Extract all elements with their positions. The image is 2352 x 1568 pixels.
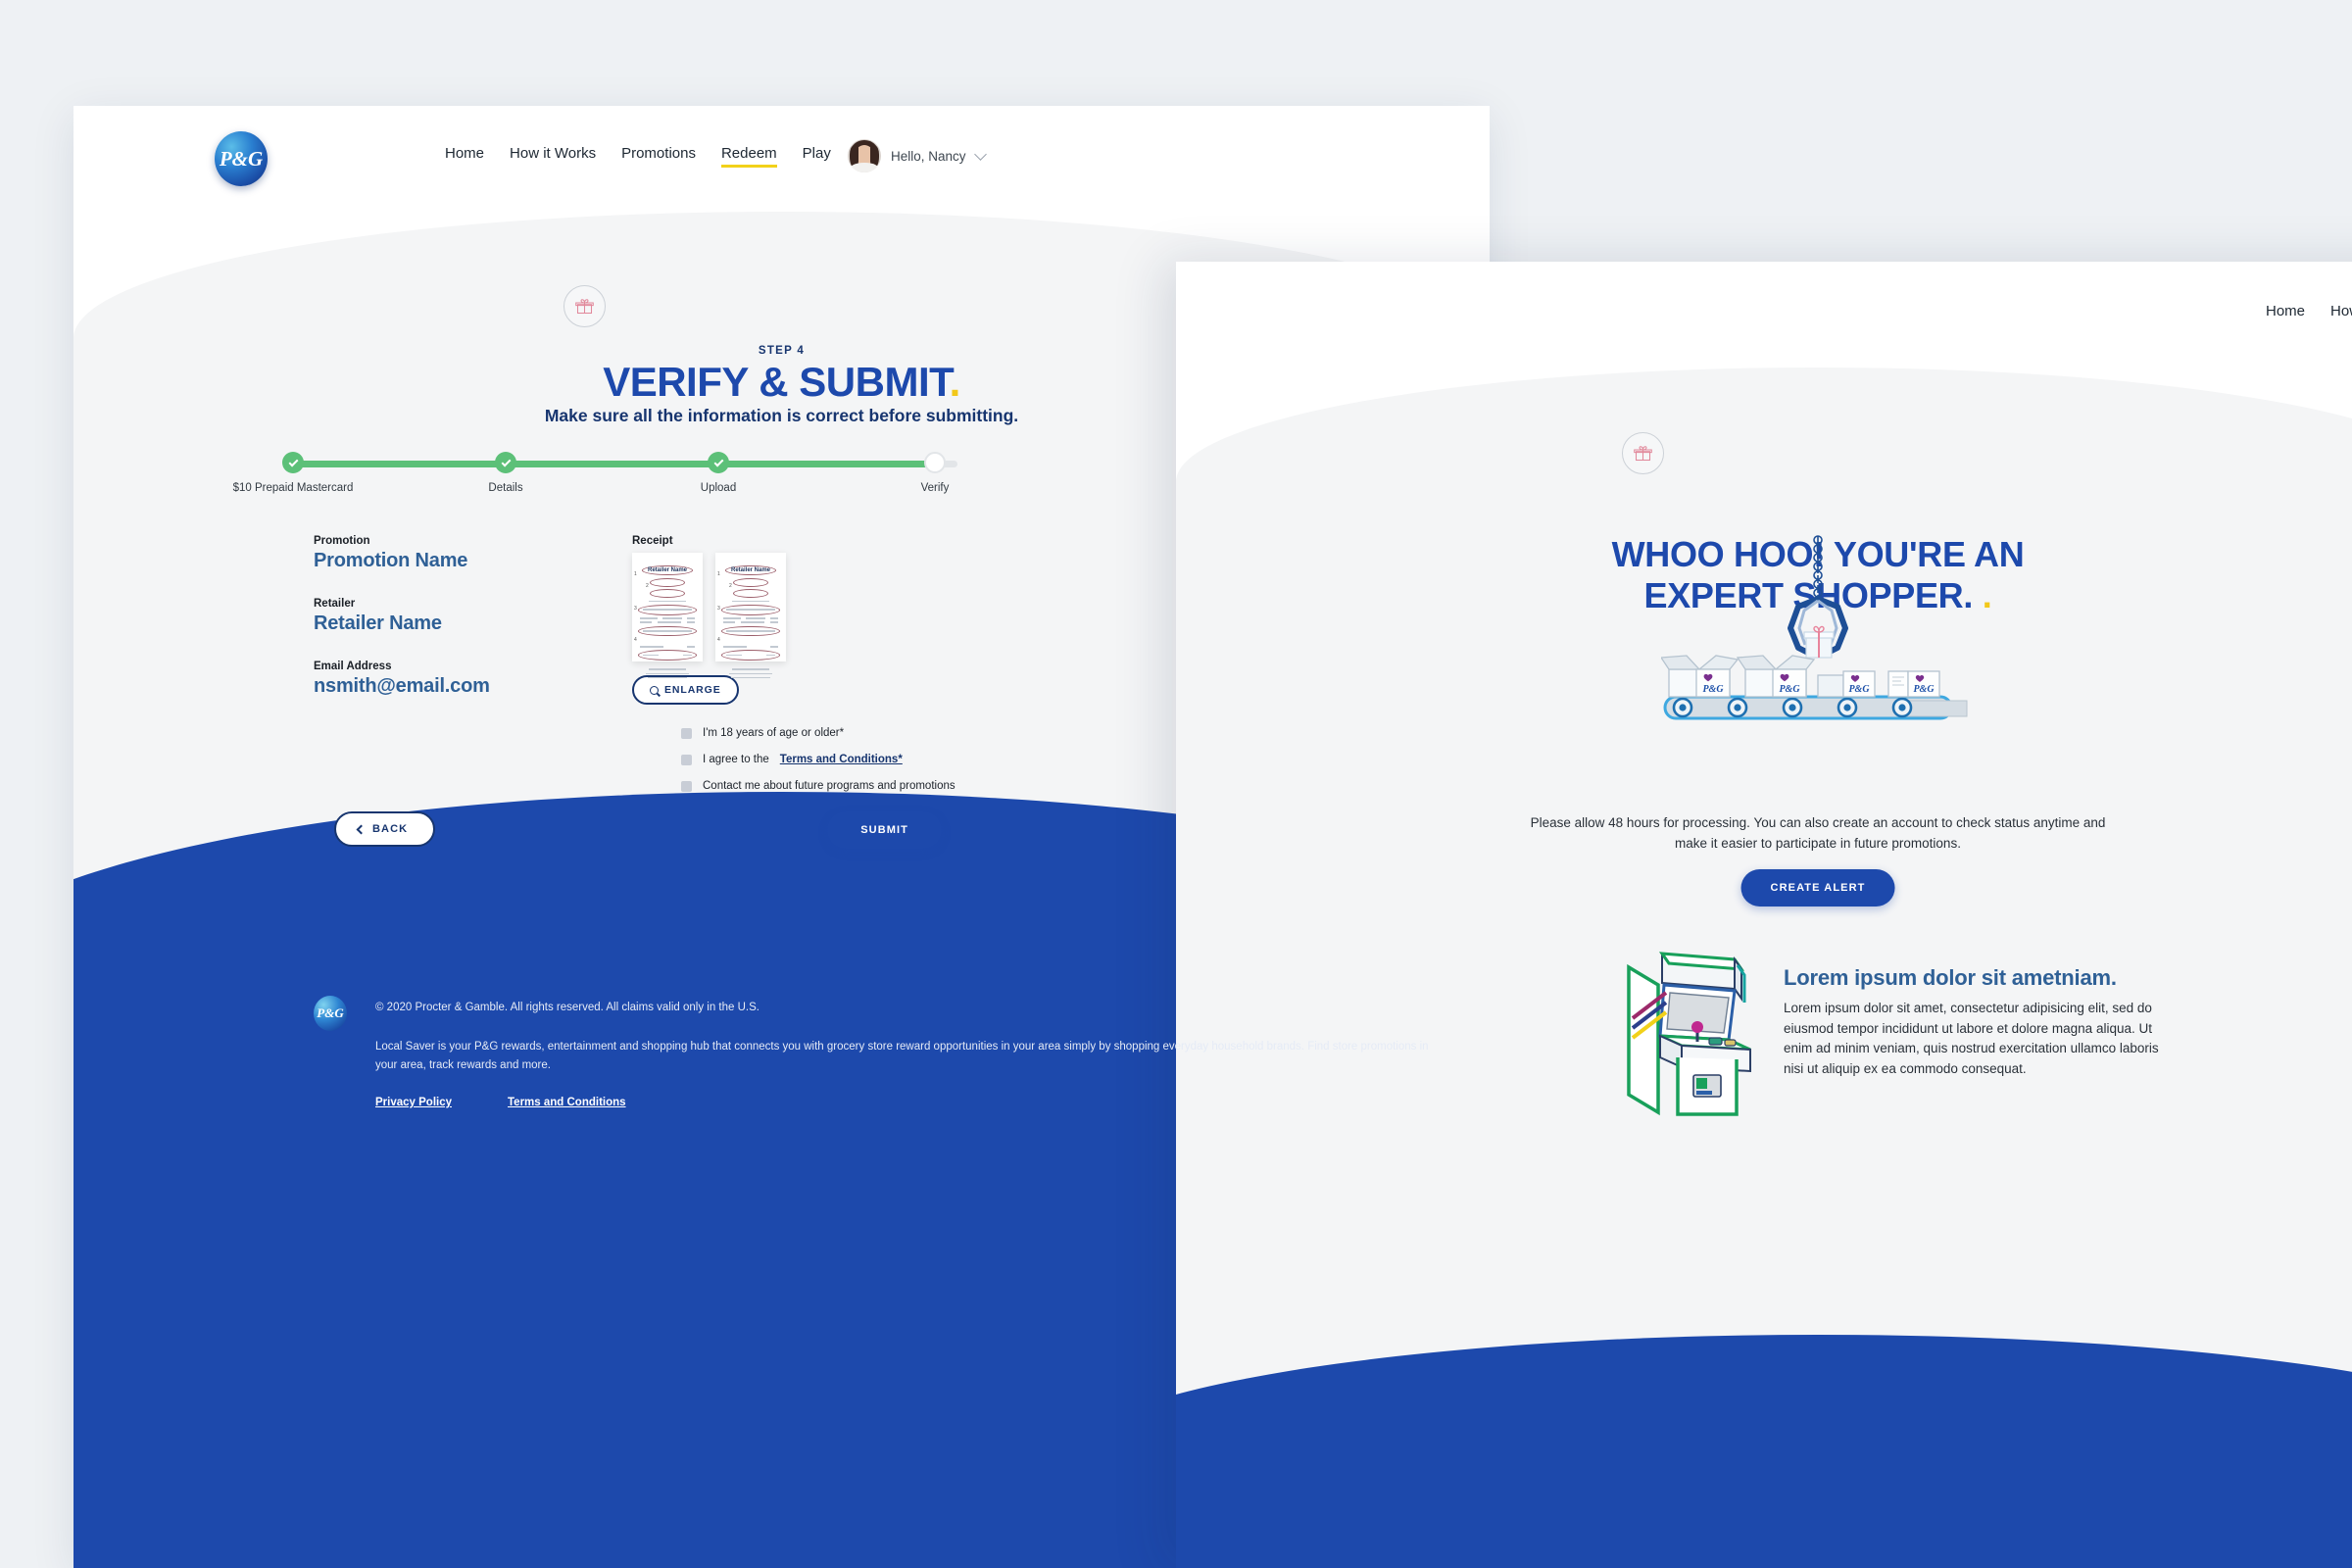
progress-stepper: $10 Prepaid Mastercard Details Upload Ve… — [233, 452, 968, 509]
promo-info-block: Lorem ipsum dolor sit ametniam. Lorem ip… — [1627, 952, 2176, 1116]
pg-logo[interactable]: P&G — [215, 131, 268, 186]
progress-node-1[interactable] — [282, 452, 304, 473]
progress-label-2: Details — [488, 482, 523, 494]
progress-node-3[interactable] — [708, 452, 729, 473]
nav-item-home[interactable]: Home — [445, 145, 484, 166]
enlarge-button[interactable]: ENLARGE — [632, 675, 739, 705]
svg-text:P&G: P&G — [1779, 684, 1800, 695]
nav-item-how-it-works[interactable]: How it Works — [510, 145, 596, 166]
receipt-label: Receipt — [632, 535, 673, 547]
arcade-cabinet-graphic — [1627, 952, 1751, 1116]
page-subtitle: Make sure all the information is correct… — [544, 406, 1019, 425]
back-label: BACK — [372, 823, 409, 835]
back-button[interactable]: BACK — [334, 811, 436, 847]
nav-item-how-it-works[interactable]: How it Works — [2330, 303, 2352, 323]
main-nav: Home How it Works Promotions Redeem Play — [445, 145, 831, 168]
footer-blue-wave — [1176, 1335, 2352, 1568]
title-accent-dot: . — [1982, 575, 1992, 616]
title-accent-dot: . — [949, 359, 961, 405]
progress-label-1: $10 Prepaid Mastercard — [232, 482, 354, 494]
receipt-thumbnail[interactable]: 1 Retailer Name 2 3 4 — [715, 553, 786, 679]
checkbox-box[interactable] — [681, 754, 692, 765]
claw-conveyor-graphic: P&G P&G P&G P&G — [1659, 535, 1968, 720]
processing-note: Please allow 48 hours for processing. Yo… — [1530, 815, 2106, 851]
submit-button[interactable]: SUBMIT — [827, 811, 942, 849]
chevron-down-icon[interactable] — [973, 147, 987, 161]
screenshot-stage: P&G Home How it Works Promotions Redeem … — [0, 0, 2352, 1568]
site-header: P&G Home How it Works Promotions Redeem … — [1176, 262, 2352, 368]
enlarge-label: ENLARGE — [664, 684, 721, 696]
progress-label-4: Verify — [920, 482, 950, 494]
terms-and-conditions-link[interactable]: Terms and Conditions* — [780, 754, 903, 765]
receipt-retailer-name: Retailer Name — [642, 565, 693, 575]
nav-item-promotions[interactable]: Promotions — [621, 145, 696, 166]
search-icon — [650, 685, 659, 695]
progress-label-3: Upload — [700, 482, 737, 494]
checkbox-label: I agree to the — [703, 754, 769, 765]
checkbox-terms[interactable]: I agree to the Terms and Conditions* — [681, 754, 956, 765]
checkbox-box[interactable] — [681, 727, 692, 739]
footer-link-privacy-policy[interactable]: Privacy Policy — [375, 1097, 452, 1108]
footer-pg-logo: P&G — [314, 996, 347, 1031]
progress-fill — [293, 461, 935, 467]
receipt-section: Receipt 1 Retailer Name 2 3 4 1 Retailer… — [632, 535, 786, 705]
promo-heading: Lorem ipsum dolor sit ametniam. — [1784, 965, 2117, 990]
receipt-retailer-name: Retailer Name — [725, 565, 776, 575]
footer-description: Local Saver is your P&G rewards, enterta… — [375, 1041, 1429, 1071]
promo-body: Lorem ipsum dolor sit amet, consectetur … — [1784, 1001, 2159, 1076]
gift-icon — [1634, 446, 1652, 462]
avatar — [848, 139, 881, 172]
footer-links: Privacy Policy Terms and Conditions — [375, 1097, 626, 1108]
main-nav: Home How it Works Promotions Redeem Play — [2266, 303, 2352, 323]
checkbox-label: Contact me about future programs and pro… — [703, 780, 956, 792]
checkbox-label: I'm 18 years of age or older* — [703, 727, 845, 739]
account-menu[interactable]: Hello, Nancy — [848, 139, 987, 172]
footer-copyright: © 2020 Procter & Gamble. All rights rese… — [375, 1002, 760, 1013]
receipt-thumbnails: 1 Retailer Name 2 3 4 1 Retailer Name 2 … — [632, 553, 786, 679]
create-alert-button[interactable]: CREATE ALERT — [1740, 869, 1895, 906]
nav-item-redeem[interactable]: Redeem — [720, 145, 777, 168]
arcade-machine-illustration — [1619, 946, 1776, 1122]
receipt-thumbnail[interactable]: 1 Retailer Name 2 3 4 — [632, 553, 703, 679]
chevron-left-icon — [356, 824, 367, 834]
gift-icon-badge — [564, 285, 606, 327]
svg-text:P&G: P&G — [1848, 684, 1870, 695]
site-header: P&G Home How it Works Promotions Redeem … — [74, 106, 1490, 212]
progress-node-4[interactable] — [924, 452, 946, 473]
svg-text:P&G: P&G — [1702, 684, 1724, 695]
gift-icon-badge — [1622, 432, 1664, 474]
nav-item-home[interactable]: Home — [2266, 303, 2305, 323]
gift-icon — [575, 299, 594, 315]
checkbox-marketing[interactable]: Contact me about future programs and pro… — [681, 780, 956, 792]
footer-link-terms[interactable]: Terms and Conditions — [508, 1097, 626, 1108]
account-greeting: Hello, Nancy — [891, 148, 966, 164]
nav-item-play[interactable]: Play — [803, 145, 831, 166]
checkbox-box[interactable] — [681, 780, 692, 792]
confirmation-page: P&G Home How it Works Promotions Redeem … — [1176, 262, 2352, 1568]
progress-node-2[interactable] — [495, 452, 516, 473]
svg-text:P&G: P&G — [1913, 684, 1935, 695]
consent-checkbox-group: I'm 18 years of age or older* I agree to… — [681, 727, 956, 807]
checkbox-age[interactable]: I'm 18 years of age or older* — [681, 727, 956, 739]
claw-machine-illustration: P&G P&G P&G P&G — [1659, 534, 1975, 735]
